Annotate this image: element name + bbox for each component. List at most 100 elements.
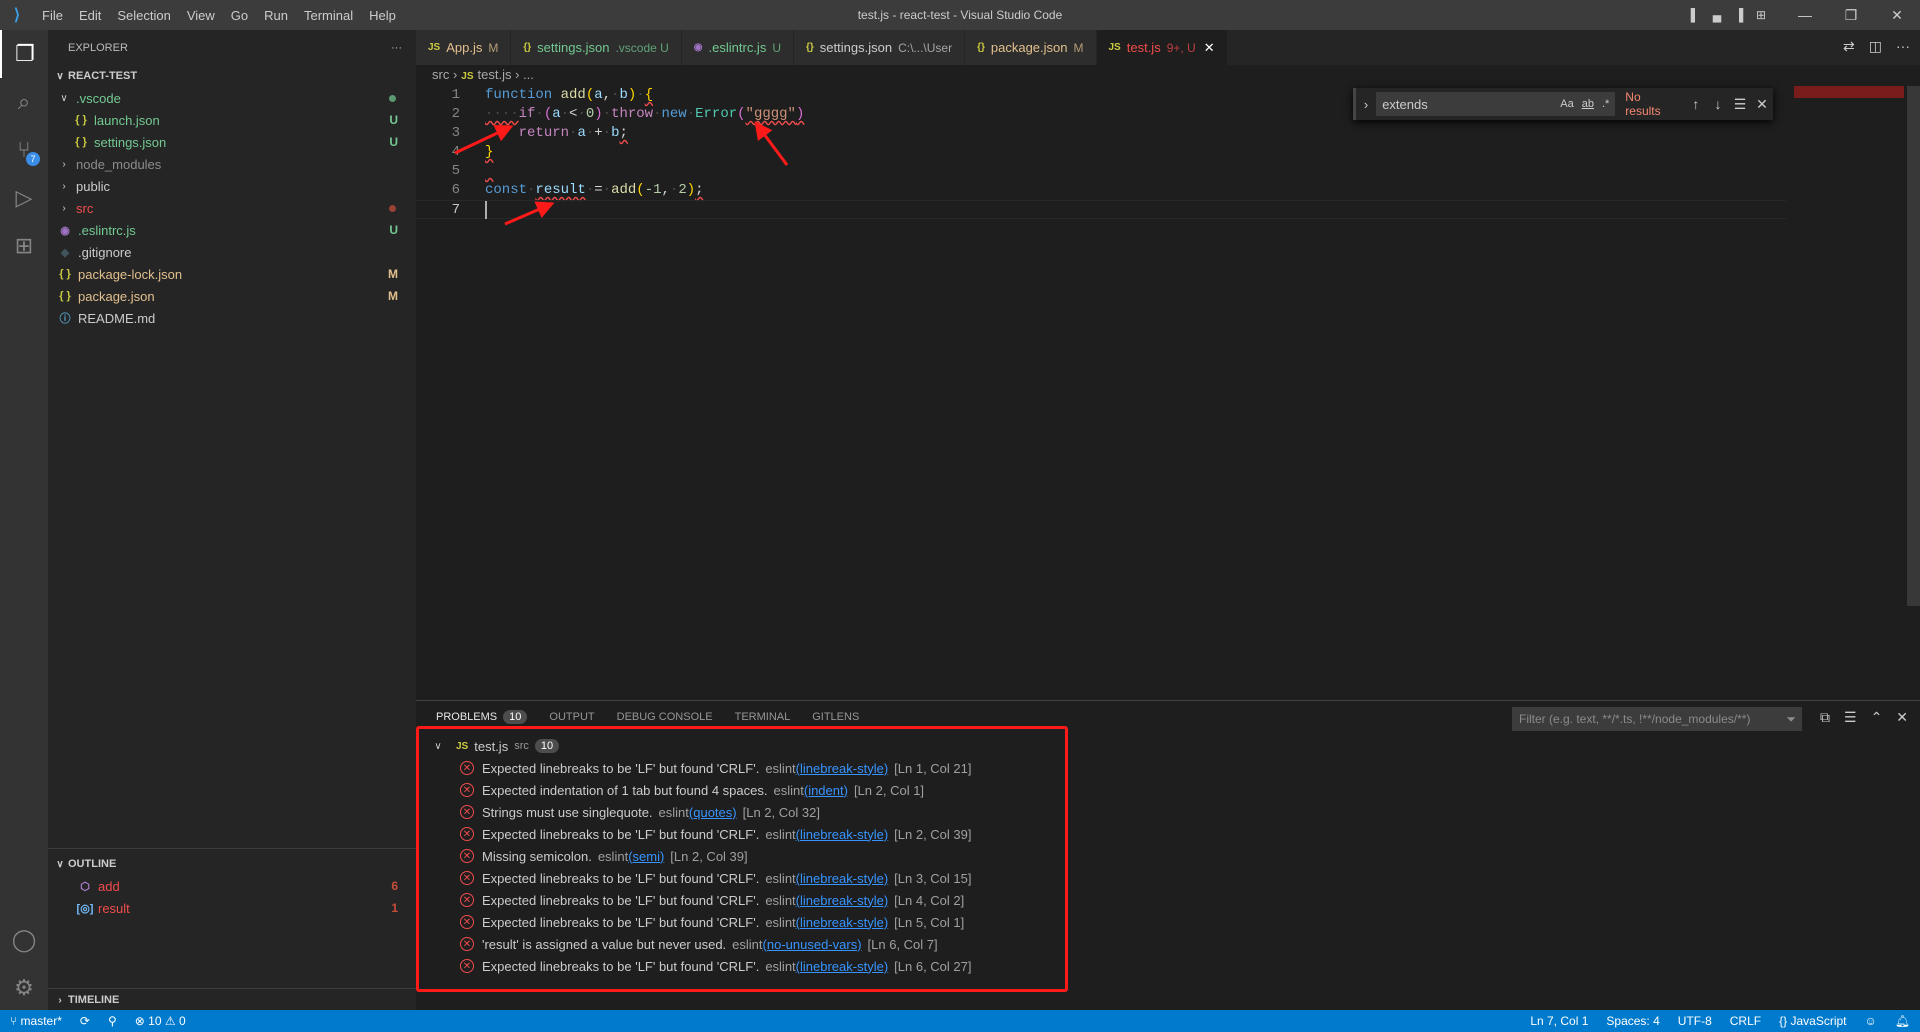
panel-tab-debug-console[interactable]: DEBUG CONSOLE bbox=[617, 711, 713, 728]
panel-tab-output[interactable]: OUTPUT bbox=[549, 711, 594, 728]
toggle-replace-icon[interactable]: › bbox=[1356, 97, 1376, 112]
panel-tab-problems[interactable]: PROBLEMS 10 bbox=[436, 710, 528, 728]
problem-item[interactable]: ✕ Expected linebreaks to be 'LF' but foun… bbox=[460, 889, 971, 911]
problem-item[interactable]: ✕ Missing semicolon. eslint (semi) [Ln 2, Co… bbox=[460, 845, 971, 867]
problem-item[interactable]: ✕ Strings must use singlequote. eslint (quo… bbox=[460, 801, 971, 823]
rule-link[interactable]: (semi) bbox=[628, 849, 664, 864]
rule-link[interactable]: (no-unused-vars) bbox=[763, 937, 862, 952]
close-tab-icon[interactable]: ✕ bbox=[1204, 40, 1215, 56]
extensions-icon[interactable]: ⊞ bbox=[0, 222, 48, 270]
breadcrumb-symbol[interactable]: ... bbox=[523, 67, 534, 82]
menu-item-help[interactable]: Help bbox=[369, 8, 396, 23]
outline-item[interactable]: ⬡ add 6 bbox=[48, 875, 416, 897]
split-editor-icon[interactable]: ◫ bbox=[1869, 38, 1882, 55]
tree-item[interactable]: ∨ .vscode bbox=[48, 87, 416, 109]
rule-link[interactable]: (quotes) bbox=[689, 805, 737, 820]
problems-indicator[interactable]: ⊗ 10 ⚠ 0 bbox=[135, 1014, 186, 1028]
problem-item[interactable]: ✕ Expected linebreaks to be 'LF' but foun… bbox=[460, 823, 971, 845]
tree-item[interactable]: › node_modules bbox=[48, 153, 416, 175]
tab-settingsjson[interactable]: {} settings.json C:\...\User bbox=[794, 30, 966, 65]
branch-indicator[interactable]: ⑂ master* bbox=[10, 1014, 62, 1028]
next-match-icon[interactable]: ↓ bbox=[1707, 96, 1729, 112]
outline-item[interactable]: [◎] result 1 bbox=[48, 897, 416, 919]
menu-item-file[interactable]: File bbox=[42, 8, 63, 23]
tab-packagejson[interactable]: {} package.json M bbox=[965, 30, 1097, 65]
tab-settingsjson[interactable]: {} settings.json .vscode U bbox=[511, 30, 682, 65]
rule-link[interactable]: (linebreak-style) bbox=[796, 761, 888, 776]
panel-tab-terminal[interactable]: TERMINAL bbox=[735, 711, 791, 728]
tree-item[interactable]: { } package-lock.json M bbox=[48, 263, 416, 285]
menu-item-go[interactable]: Go bbox=[231, 8, 248, 23]
find-input[interactable] bbox=[1376, 92, 1561, 116]
find-in-selection-icon[interactable]: ☰ bbox=[1729, 96, 1751, 113]
rule-link[interactable]: (linebreak-style) bbox=[796, 827, 888, 842]
tab-testjs[interactable]: JS test.js 9+, U ✕ bbox=[1096, 30, 1228, 65]
rule-link[interactable]: (linebreak-style) bbox=[796, 871, 888, 886]
whole-word-button[interactable]: ab bbox=[1582, 98, 1594, 110]
problem-item[interactable]: ✕ Expected linebreaks to be 'LF' but foun… bbox=[460, 757, 971, 779]
match-case-button[interactable]: Aa bbox=[1560, 98, 1573, 110]
maximize-panel-icon[interactable]: ⌃ bbox=[1871, 709, 1883, 726]
close-panel-icon[interactable]: ✕ bbox=[1896, 709, 1908, 726]
tree-item[interactable]: › src bbox=[48, 197, 416, 219]
restore-button[interactable]: ❐ bbox=[1828, 7, 1874, 24]
menu-item-selection[interactable]: Selection bbox=[117, 8, 170, 23]
editor-scrollbar[interactable] bbox=[1907, 86, 1920, 606]
filter-icon[interactable]: ⏷ bbox=[1786, 712, 1796, 727]
customize-layout-icon[interactable]: ⊞ bbox=[1750, 8, 1772, 22]
run-debug-icon[interactable]: ▷ bbox=[0, 174, 48, 222]
problem-item[interactable]: ✕ Expected linebreaks to be 'LF' but foun… bbox=[460, 955, 971, 977]
previous-match-icon[interactable]: ↑ bbox=[1685, 96, 1707, 112]
indentation[interactable]: Spaces: 4 bbox=[1606, 1014, 1659, 1028]
panel-tab-gitlens[interactable]: GITLENS bbox=[812, 711, 859, 728]
toggle-sidebar-icon[interactable]: ▌ bbox=[1684, 8, 1706, 22]
encoding[interactable]: UTF-8 bbox=[1678, 1014, 1712, 1028]
outline-header[interactable]: ∨ OUTLINE bbox=[48, 853, 416, 875]
close-find-icon[interactable]: ✕ bbox=[1751, 96, 1773, 113]
rule-link[interactable]: (linebreak-style) bbox=[796, 959, 888, 974]
menu-item-edit[interactable]: Edit bbox=[79, 8, 101, 23]
toggle-secondary-sidebar-icon[interactable]: ▐ bbox=[1728, 8, 1750, 22]
tree-item[interactable]: ⓘ README.md bbox=[48, 307, 416, 329]
eol[interactable]: CRLF bbox=[1730, 1014, 1761, 1028]
live-share-icon[interactable]: ⚲ bbox=[108, 1014, 117, 1028]
timeline-header[interactable]: › TIMELINE bbox=[48, 989, 416, 1011]
problems-filter-input[interactable]: Filter (e.g. text, **/*.ts, !**/node_mod… bbox=[1512, 707, 1802, 731]
gear-icon[interactable]: ⚙ bbox=[0, 964, 48, 1012]
breadcrumb-file[interactable]: test.js bbox=[478, 67, 512, 82]
folder-root[interactable]: ∨ REACT-TEST bbox=[48, 65, 416, 87]
more-actions-icon[interactable]: ··· bbox=[1896, 38, 1910, 55]
collapse-all-icon[interactable]: ⧉ bbox=[1820, 709, 1830, 726]
view-as-tree-icon[interactable]: ☰ bbox=[1844, 709, 1857, 726]
minimap[interactable] bbox=[1794, 86, 1904, 98]
tab-Appjs[interactable]: JS App.js M bbox=[416, 30, 512, 65]
minimize-button[interactable]: — bbox=[1782, 7, 1828, 23]
sync-icon[interactable]: ⟳ bbox=[80, 1014, 90, 1028]
notifications-icon[interactable]: 🔔︎ bbox=[1895, 1014, 1910, 1028]
tree-item[interactable]: { } package.json M bbox=[48, 285, 416, 307]
language-mode[interactable]: {} JavaScript bbox=[1779, 1014, 1846, 1028]
search-icon[interactable]: ⌕ bbox=[0, 78, 48, 126]
tree-item[interactable]: ◆ .gitignore bbox=[48, 241, 416, 263]
close-window-button[interactable]: ✕ bbox=[1874, 7, 1920, 24]
cursor-position[interactable]: Ln 7, Col 1 bbox=[1530, 1014, 1588, 1028]
menu-item-run[interactable]: Run bbox=[264, 8, 288, 23]
toggle-panel-icon[interactable]: ▄ bbox=[1706, 8, 1728, 22]
problem-item[interactable]: ✕ 'result' is assigned a value but never … bbox=[460, 933, 971, 955]
tree-item[interactable]: › public bbox=[48, 175, 416, 197]
source-control-icon[interactable]: ⑂ 7 bbox=[0, 126, 48, 174]
breadcrumb-folder[interactable]: src bbox=[432, 67, 449, 82]
rule-link[interactable]: (linebreak-style) bbox=[796, 893, 888, 908]
tree-item[interactable]: { } launch.json U bbox=[48, 109, 416, 131]
problem-file-row[interactable]: ∨ JS test.js src 10 bbox=[430, 735, 560, 757]
menu-item-view[interactable]: View bbox=[187, 8, 215, 23]
tree-item[interactable]: ◉ .eslintrc.js U bbox=[48, 219, 416, 241]
problem-item[interactable]: ✕ Expected indentation of 1 tab but found… bbox=[460, 779, 971, 801]
problem-item[interactable]: ✕ Expected linebreaks to be 'LF' but foun… bbox=[460, 911, 971, 933]
rule-link[interactable]: (linebreak-style) bbox=[796, 915, 888, 930]
explorer-icon[interactable]: ❐ bbox=[0, 30, 48, 78]
rule-link[interactable]: (indent) bbox=[804, 783, 848, 798]
feedback-icon[interactable]: ☺ bbox=[1865, 1014, 1877, 1028]
more-actions-button[interactable]: ··· bbox=[391, 42, 402, 54]
tab-eslintrcjs[interactable]: ◉ .eslintrc.js U bbox=[681, 30, 794, 65]
